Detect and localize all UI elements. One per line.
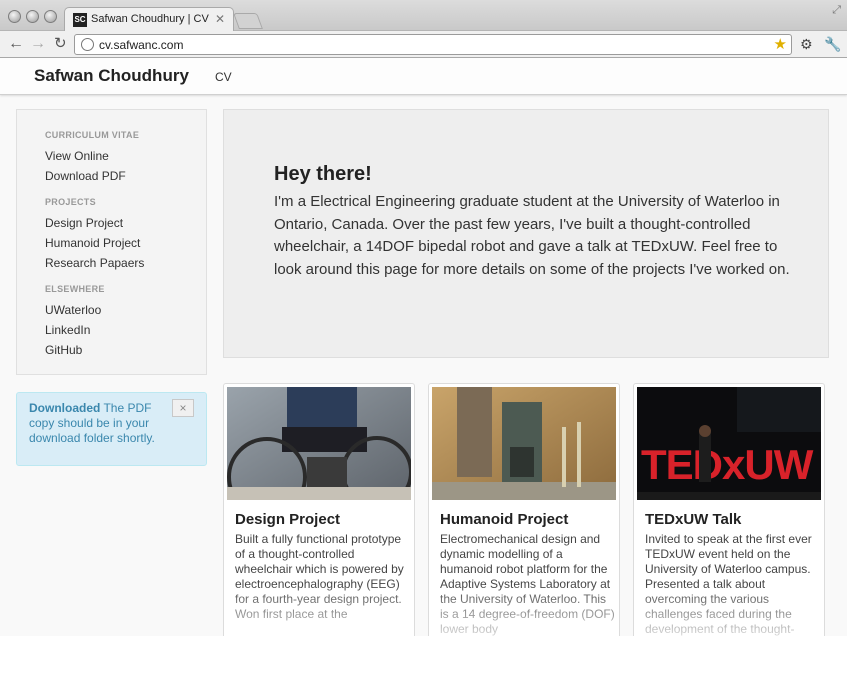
extension-icon[interactable]: ⚙ xyxy=(800,36,813,53)
sidebar-item-design-project[interactable]: Design Project xyxy=(45,216,123,230)
top-navbar: Safwan Choudhury CV xyxy=(0,58,847,95)
browser-toolbar: ← → ↻ cv.safwanc.com ★ ⚙ 🔧 xyxy=(0,31,847,58)
forward-icon[interactable]: → xyxy=(30,34,46,54)
back-icon[interactable]: ← xyxy=(8,34,24,54)
url-text: cv.safwanc.com xyxy=(99,38,184,52)
web-page: Safwan Choudhury CV CURRICULUM VITAE Vie… xyxy=(0,58,847,636)
browser-tab[interactable]: SC Safwan Choudhury | CV ✕ xyxy=(64,7,234,32)
sidebar-item-download-pdf[interactable]: Download PDF xyxy=(45,169,126,183)
hero-title: Hey there! xyxy=(274,163,372,185)
alert-message: Downloaded The PDF copy should be in you… xyxy=(29,401,174,446)
fullscreen-icon[interactable]: ⤢ xyxy=(832,4,841,17)
wrench-icon[interactable]: 🔧 xyxy=(824,36,841,53)
tab-close-icon[interactable]: ✕ xyxy=(215,12,225,26)
sidebar-item-github[interactable]: GitHub xyxy=(45,343,82,357)
wheelchair-photo xyxy=(227,387,411,500)
address-bar[interactable]: cv.safwanc.com ★ xyxy=(74,34,792,55)
favicon-icon: SC xyxy=(73,13,87,27)
robot-photo xyxy=(432,387,616,500)
card-title[interactable]: TEDxUW Talk xyxy=(645,511,741,528)
project-card-design[interactable]: Design Project Built a fully functional … xyxy=(223,383,415,636)
card-fade xyxy=(429,584,619,636)
window-close-button[interactable] xyxy=(8,10,21,23)
tedx-photo: TEDxUW xyxy=(637,387,821,500)
sidebar-item-uwaterloo[interactable]: UWaterloo xyxy=(45,303,101,317)
new-tab-button[interactable] xyxy=(233,13,263,29)
sidebar-header-elsewhere: ELSEWHERE xyxy=(45,284,105,294)
project-card-tedx[interactable]: TEDxUW TEDxUW Talk Invited to speak at t… xyxy=(633,383,825,636)
reload-icon[interactable]: ↻ xyxy=(54,34,67,54)
hero-unit: Hey there! I'm a Electrical Engineering … xyxy=(223,109,829,358)
project-card-humanoid[interactable]: Humanoid Project Electromechanical desig… xyxy=(428,383,620,636)
nav-link-cv[interactable]: CV xyxy=(215,70,232,84)
bookmark-star-icon[interactable]: ★ xyxy=(774,35,787,53)
window-minimize-button[interactable] xyxy=(26,10,39,23)
card-title[interactable]: Humanoid Project xyxy=(440,511,568,528)
page-info-icon[interactable] xyxy=(81,38,94,51)
card-fade xyxy=(224,584,414,636)
sidebar-item-view-online[interactable]: View Online xyxy=(45,149,109,163)
hero-body: I'm a Electrical Engineering graduate st… xyxy=(274,193,790,278)
sidebar: CURRICULUM VITAE View Online Download PD… xyxy=(16,109,207,375)
card-fade xyxy=(634,584,824,636)
site-brand[interactable]: Safwan Choudhury xyxy=(34,66,189,86)
sidebar-item-research-papers[interactable]: Research Papaers xyxy=(45,256,144,270)
browser-tab-bar: SC Safwan Choudhury | CV ✕ ⤢ xyxy=(0,0,847,32)
sidebar-item-linkedin[interactable]: LinkedIn xyxy=(45,323,90,337)
alert-strong: Downloaded xyxy=(29,401,101,415)
window-zoom-button[interactable] xyxy=(44,10,57,23)
card-title[interactable]: Design Project xyxy=(235,511,340,528)
tab-title: Safwan Choudhury | CV xyxy=(91,13,209,25)
sidebar-header-cv: CURRICULUM VITAE xyxy=(45,130,140,140)
sidebar-item-humanoid-project[interactable]: Humanoid Project xyxy=(45,236,140,250)
tedx-logo-text: TEDxUW xyxy=(641,441,814,488)
sidebar-header-projects: PROJECTS xyxy=(45,197,96,207)
alert-close-button[interactable]: × xyxy=(172,399,194,417)
download-alert: Downloaded The PDF copy should be in you… xyxy=(16,392,207,466)
